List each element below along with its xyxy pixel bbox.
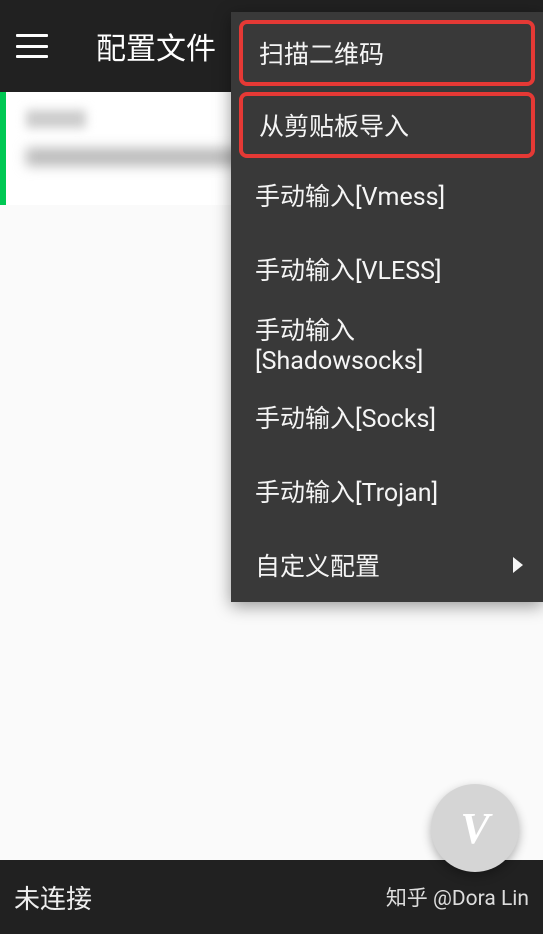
menu-item-vmess[interactable]: 手动输入[Vmess] bbox=[231, 158, 543, 232]
blurred-text bbox=[26, 148, 246, 166]
menu-item-scan-qr[interactable]: 扫描二维码 bbox=[239, 20, 535, 86]
menu-item-label: 手动输入[Shadowsocks] bbox=[255, 311, 519, 376]
menu-item-shadowsocks[interactable]: 手动输入[Shadowsocks] bbox=[231, 306, 543, 380]
blurred-text bbox=[26, 110, 86, 128]
menu-item-socks[interactable]: 手动输入[Socks] bbox=[231, 380, 543, 454]
v-logo-icon: V bbox=[460, 803, 489, 854]
watermark-credit: 知乎 @Dora Lin bbox=[386, 882, 529, 912]
menu-item-label: 手动输入[VLESS] bbox=[255, 251, 442, 287]
page-title: 配置文件 bbox=[96, 24, 216, 68]
menu-item-label: 手动输入[Socks] bbox=[255, 399, 436, 435]
menu-item-custom-config[interactable]: 自定义配置 bbox=[231, 528, 543, 602]
fab-button[interactable]: V bbox=[431, 784, 519, 872]
menu-item-label: 手动输入[Vmess] bbox=[255, 177, 445, 213]
hamburger-menu-icon[interactable] bbox=[16, 34, 48, 58]
menu-item-label: 手动输入[Trojan] bbox=[255, 473, 438, 509]
menu-item-label: 自定义配置 bbox=[255, 547, 380, 583]
footer: 未连接 知乎 @Dora Lin bbox=[0, 860, 543, 934]
menu-item-import-clipboard[interactable]: 从剪贴板导入 bbox=[239, 92, 535, 158]
menu-item-trojan[interactable]: 手动输入[Trojan] bbox=[231, 454, 543, 528]
menu-item-label: 从剪贴板导入 bbox=[259, 107, 409, 143]
menu-item-label: 扫描二维码 bbox=[259, 35, 384, 71]
connection-status: 未连接 bbox=[14, 879, 92, 916]
chevron-right-icon bbox=[513, 557, 523, 573]
menu-item-vless[interactable]: 手动输入[VLESS] bbox=[231, 232, 543, 306]
add-config-dropdown: 扫描二维码 从剪贴板导入 手动输入[Vmess] 手动输入[VLESS] 手动输… bbox=[231, 12, 543, 602]
